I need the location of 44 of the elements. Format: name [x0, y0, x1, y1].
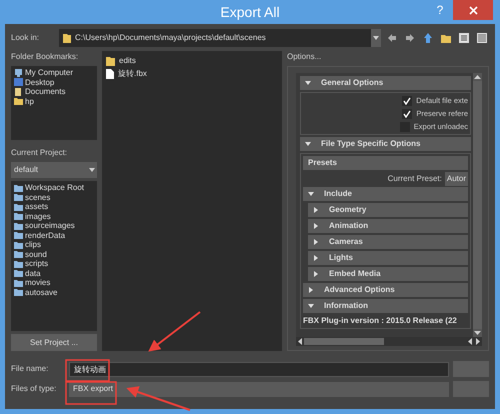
folder-item[interactable]: autosave — [25, 288, 58, 297]
info-text: FBX Plug-in version : 2015.0 Release (22 — [303, 315, 458, 326]
project-dropdown[interactable]: default — [11, 162, 97, 178]
bookmarks-label: Folder Bookmarks: — [11, 51, 80, 63]
folder-item[interactable]: renderData — [25, 230, 66, 240]
look-in-combo[interactable]: C:\Users\hp\Documents\maya\projects\default\scenes — [59, 29, 381, 47]
file-type-label: Files of type: — [11, 383, 58, 395]
section-header[interactable]: Geometry — [308, 203, 468, 217]
section-header[interactable]: Cameras — [308, 235, 468, 249]
section-header[interactable]: Include — [303, 187, 468, 201]
file-item[interactable]: edits — [119, 54, 136, 66]
section-header[interactable]: File Type Specific Options — [300, 137, 471, 151]
folder-item[interactable]: sound — [25, 250, 47, 259]
bookmark-item[interactable]: hp — [25, 96, 34, 106]
set-project-button[interactable]: Set Project ... — [11, 334, 97, 351]
bookmark-item[interactable]: My Computer — [25, 68, 74, 78]
section-header[interactable]: Information — [303, 299, 468, 313]
folder-item[interactable]: Workspace Root — [25, 183, 84, 192]
folder-item[interactable]: scripts — [25, 259, 48, 268]
folder-item[interactable]: clips — [25, 240, 42, 250]
folder-item[interactable]: sourceimages — [25, 221, 75, 230]
bookmark-item[interactable]: Desktop — [25, 78, 54, 87]
file-type-dropdown[interactable]: FBX export — [69, 382, 449, 396]
section-header[interactable]: Lights — [308, 251, 468, 265]
folder-item[interactable]: scenes — [25, 192, 50, 202]
window-title: Export All — [220, 2, 280, 22]
section-header[interactable]: General Options — [300, 76, 471, 90]
folder-item[interactable]: images — [25, 212, 51, 221]
folder-item[interactable]: assets — [25, 202, 48, 212]
section-header[interactable]: Animation — [308, 219, 468, 233]
preset-dropdown[interactable]: Autor — [444, 172, 468, 186]
file-name-label: File name: — [11, 363, 50, 375]
options-label: Options... — [287, 51, 322, 63]
file-item[interactable]: 旋转.fbx — [118, 68, 147, 80]
look-in-label: Look in: — [11, 32, 40, 44]
section-header[interactable]: Embed Media — [308, 267, 468, 281]
preset-label: Current Preset: — [388, 172, 442, 184]
presets-header: Presets — [303, 156, 468, 170]
folder-item[interactable]: movies — [25, 278, 50, 288]
file-name-field[interactable]: 旋转动画 — [69, 362, 449, 376]
project-label: Current Project: — [11, 147, 68, 159]
folder-item[interactable]: data — [25, 268, 41, 278]
bookmark-item[interactable]: Documents — [25, 87, 66, 96]
section-header[interactable]: Advanced Options — [303, 283, 468, 297]
